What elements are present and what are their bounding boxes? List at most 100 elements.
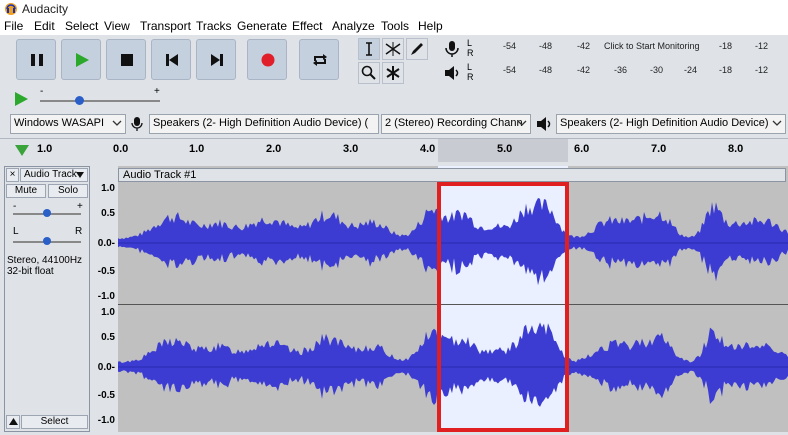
menu-effect[interactable]: Effect xyxy=(292,19,322,33)
record-button[interactable] xyxy=(247,39,287,80)
gain-slider-thumb[interactable] xyxy=(43,209,51,217)
play-scale-tick: -12 xyxy=(755,65,769,75)
pan-slider-thumb[interactable] xyxy=(43,237,51,245)
ruler-label: 1.0 xyxy=(37,143,53,155)
pin-head-triangle-icon[interactable] xyxy=(14,143,30,157)
record-icon xyxy=(261,53,275,67)
stop-icon xyxy=(121,54,133,66)
pause-button[interactable] xyxy=(16,39,56,80)
record-scale-tick: -42 xyxy=(577,41,591,51)
record-scale-tick: -54 xyxy=(503,41,517,51)
ruler-label: 5.0 xyxy=(497,143,513,155)
playback-meter[interactable]: -54 -48 -42 -36 -30 -24 -18 -12 xyxy=(476,62,786,82)
record-scale-tick: -18 xyxy=(719,41,733,51)
play-scale-tick: -54 xyxy=(503,65,517,75)
menu-generate[interactable]: Generate xyxy=(237,19,287,33)
timeline-ruler[interactable]: 1.0 0.0 1.0 2.0 3.0 4.0 5.0 6.0 7.0 8.0 xyxy=(0,138,788,162)
scale-label: 0.0- xyxy=(97,362,115,373)
audio-host-select[interactable]: Windows WASAPI xyxy=(10,114,126,134)
menu-file[interactable]: File xyxy=(4,19,23,33)
track-menu-label: Audio Track xyxy=(24,169,77,180)
clip-name-bar[interactable]: Audio Track #1 xyxy=(118,168,786,182)
menu-tracks[interactable]: Tracks xyxy=(196,19,232,33)
loop-icon xyxy=(313,54,327,66)
playback-device-value: Speakers (2- High Definition Audio Devic… xyxy=(560,117,769,129)
microphone-icon[interactable] xyxy=(443,40,461,58)
menu-transport[interactable]: Transport xyxy=(140,19,191,33)
menu-view[interactable]: View xyxy=(104,19,130,33)
recording-device-select[interactable]: Speakers (2- High Definition Audio Devic… xyxy=(149,114,379,134)
scale-label: 0.5 xyxy=(101,208,115,219)
ruler-label: 1.0 xyxy=(189,143,205,155)
loop-button[interactable] xyxy=(299,39,339,80)
record-meter-right-label: R xyxy=(467,48,474,58)
record-meter-left-label: L xyxy=(467,38,473,48)
recording-channels-select[interactable]: 2 (Stereo) Recording Chann xyxy=(381,114,531,134)
skip-end-icon xyxy=(211,54,223,66)
play-meter-left-label: L xyxy=(467,62,473,72)
window-title: Audacity xyxy=(22,2,69,16)
ruler-label: 0.0 xyxy=(113,143,129,155)
menu-analyze[interactable]: Analyze xyxy=(332,19,375,33)
audio-host-value: Windows WASAPI xyxy=(14,117,105,129)
menu-select[interactable]: Select xyxy=(65,19,98,33)
scale-label: 1.0 xyxy=(101,183,115,194)
chevron-down-icon xyxy=(112,120,122,126)
ruler-label: 4.0 xyxy=(420,143,436,155)
collapse-track-button[interactable] xyxy=(6,415,20,429)
pan-left-label: L xyxy=(13,226,19,237)
envelope-tool-button[interactable] xyxy=(382,38,404,60)
multi-tool-button[interactable] xyxy=(382,62,404,84)
speed-slider-track[interactable] xyxy=(40,100,160,102)
ruler-label: 7.0 xyxy=(651,143,667,155)
recording-device-mic-icon xyxy=(131,117,143,131)
pan-right-label: R xyxy=(75,226,83,237)
draw-tool-button[interactable] xyxy=(406,38,428,60)
menu-help[interactable]: Help xyxy=(418,19,443,33)
zoom-tool-button[interactable] xyxy=(358,62,380,84)
highlight-box xyxy=(437,182,569,432)
play-button[interactable] xyxy=(61,39,101,80)
record-scale-tick: -48 xyxy=(539,41,553,51)
chevron-down-icon xyxy=(772,120,782,126)
scale-label: -0.5 xyxy=(97,266,115,277)
ruler-label: 3.0 xyxy=(343,143,359,155)
mute-button[interactable]: Mute xyxy=(6,184,46,198)
speaker-icon[interactable] xyxy=(443,64,461,82)
skip-to-end-button[interactable] xyxy=(196,39,236,80)
speed-slider-thumb[interactable] xyxy=(75,96,84,105)
scale-label: 1.0 xyxy=(101,307,115,318)
playback-device-select[interactable]: Speakers (2- High Definition Audio Devic… xyxy=(556,114,786,134)
amplitude-scale[interactable]: 1.0 0.5 0.0- -0.5 -1.0 1.0 0.5 0.0- -0.5… xyxy=(91,181,118,431)
menu-tools[interactable]: Tools xyxy=(381,19,409,33)
skip-start-icon xyxy=(166,54,178,66)
skip-to-start-button[interactable] xyxy=(151,39,191,80)
menu-edit[interactable]: Edit xyxy=(34,19,55,33)
ruler-label: 6.0 xyxy=(574,143,590,155)
track-control-panel: × Audio Track Mute Solo - + L R Stereo, … xyxy=(4,166,90,432)
solo-button[interactable]: Solo xyxy=(48,184,88,198)
speed-plus-label: + xyxy=(154,86,160,97)
triangle-up-icon xyxy=(8,418,18,425)
recording-channels-value: 2 (Stereo) Recording Chann xyxy=(385,117,523,129)
scale-label: 0.5 xyxy=(101,332,115,343)
scale-label: -0.5 xyxy=(97,390,115,401)
track-menu-button[interactable]: Audio Track xyxy=(20,168,88,182)
select-track-button[interactable]: Select xyxy=(21,415,88,429)
menu-bar: File Edit Select View Transport Tracks G… xyxy=(0,18,788,35)
scale-label: -1.0 xyxy=(97,415,115,426)
gain-plus-label: + xyxy=(77,201,83,212)
play-at-speed-button[interactable] xyxy=(12,90,30,108)
selection-tool-button[interactable] xyxy=(358,38,380,60)
pencil-icon xyxy=(411,43,423,55)
scale-label: -1.0 xyxy=(97,291,115,302)
title-bar: Audacity xyxy=(0,0,788,18)
stop-button[interactable] xyxy=(106,39,146,80)
magnifier-icon xyxy=(361,65,376,80)
pause-icon xyxy=(31,54,43,66)
i-beam-icon xyxy=(366,42,372,56)
click-to-start-monitoring[interactable]: Click to Start Monitoring xyxy=(604,41,700,51)
track-close-button[interactable]: × xyxy=(6,168,19,182)
record-meter[interactable]: -54 -48 -42 Click to Start Monitoring -1… xyxy=(476,38,786,58)
chevron-down-icon xyxy=(517,120,527,126)
